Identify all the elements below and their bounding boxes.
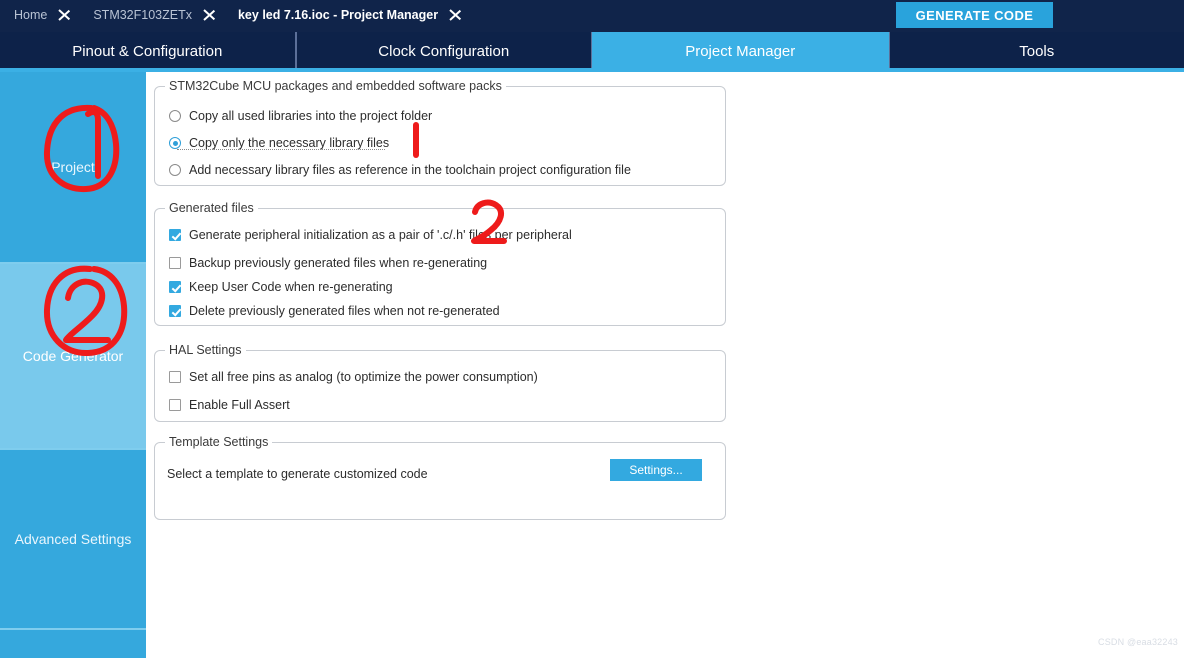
- group-mcu-packages: STM32Cube MCU packages and embedded soft…: [154, 79, 726, 186]
- breadcrumb-label: STM32F103ZETx: [93, 8, 192, 22]
- option-label: Copy all used libraries into the project…: [189, 109, 433, 123]
- tab-pinout-and-configuration[interactable]: Pinout & Configuration: [0, 32, 296, 70]
- option-label: Set all free pins as analog (to optimize…: [189, 370, 538, 384]
- checkbox-backup-previously-generated[interactable]: Backup previously generated files when r…: [169, 254, 487, 272]
- sidebar-item-project[interactable]: Project: [0, 72, 146, 264]
- breadcrumb-label: Home: [14, 8, 48, 22]
- group-template-settings: Template Settings Select a template to g…: [154, 435, 726, 520]
- main-tab-bar: Pinout & Configuration Clock Configurati…: [0, 30, 1184, 72]
- radio-icon: [169, 137, 181, 149]
- group-title: Template Settings: [165, 435, 273, 449]
- checkbox-keep-user-code[interactable]: Keep User Code when re-generating: [169, 278, 393, 296]
- breadcrumb-chevron-icon: [448, 0, 470, 30]
- option-label: Delete previously generated files when n…: [189, 304, 500, 318]
- breadcrumb-chevron-icon: [202, 0, 224, 30]
- breadcrumb-chevron-icon: [57, 0, 79, 30]
- checkbox-enable-full-assert[interactable]: Enable Full Assert: [169, 396, 290, 414]
- code-generator-panel: STM32Cube MCU packages and embedded soft…: [146, 72, 1184, 658]
- option-label: Enable Full Assert: [189, 398, 290, 412]
- sidebar-item-label: Advanced Settings: [14, 531, 132, 547]
- group-title: STM32Cube MCU packages and embedded soft…: [165, 79, 506, 93]
- option-label: Backup previously generated files when r…: [189, 256, 488, 270]
- checkbox-icon: [169, 305, 181, 317]
- checkbox-generate-peripheral-init[interactable]: Generate peripheral initialization as a …: [169, 226, 572, 244]
- checkbox-icon: [169, 257, 181, 269]
- checkbox-icon: [169, 371, 181, 383]
- tab-label: Tools: [1019, 42, 1055, 60]
- checkbox-icon: [169, 399, 181, 411]
- sidebar-item-advanced-settings[interactable]: Advanced Settings: [0, 450, 146, 630]
- group-title: Generated files: [165, 201, 258, 215]
- breadcrumb-item-current[interactable]: key led 7.16.ioc - Project Manager: [224, 0, 448, 30]
- stm32cubemx-window: Home STM32F103ZETx key led 7.16.ioc - Pr…: [0, 0, 1184, 658]
- tab-project-manager[interactable]: Project Manager: [592, 32, 889, 70]
- project-manager-sidebar: Project Code Generator Advanced Settings: [0, 72, 146, 658]
- focus-underline: [177, 149, 385, 150]
- sidebar-item-code-generator[interactable]: Code Generator: [0, 264, 146, 450]
- option-label: Generate peripheral initialization as a …: [189, 228, 572, 242]
- tab-label: Clock Configuration: [378, 42, 510, 60]
- radio-icon: [169, 110, 181, 122]
- checkbox-set-free-pins-analog[interactable]: Set all free pins as analog (to optimize…: [169, 368, 538, 386]
- checkbox-icon: [169, 229, 181, 241]
- breadcrumb-item-mcu[interactable]: STM32F103ZETx: [79, 0, 202, 30]
- radio-add-as-reference[interactable]: Add necessary library files as reference…: [169, 161, 631, 179]
- option-label: Add necessary library files as reference…: [189, 163, 631, 177]
- option-label: Keep User Code when re-generating: [189, 280, 393, 294]
- generate-code-button[interactable]: GENERATE CODE: [896, 2, 1053, 28]
- option-label: Copy only the necessary library files: [189, 136, 390, 150]
- tab-label: Pinout & Configuration: [72, 42, 223, 60]
- radio-copy-all-libraries[interactable]: Copy all used libraries into the project…: [169, 107, 432, 125]
- breadcrumb-label: key led 7.16.ioc - Project Manager: [237, 8, 439, 22]
- radio-icon: [169, 164, 181, 176]
- checkbox-icon: [169, 281, 181, 293]
- checkbox-delete-previously-generated[interactable]: Delete previously generated files when n…: [169, 302, 500, 320]
- sidebar-item-label: Project: [51, 159, 95, 175]
- group-hal-settings: HAL Settings Set all free pins as analog…: [154, 343, 726, 422]
- tab-clock-configuration[interactable]: Clock Configuration: [295, 32, 592, 70]
- group-title: HAL Settings: [165, 343, 246, 357]
- csdn-watermark: CSDN @eaa32243: [1098, 637, 1178, 647]
- template-description: Select a template to generate customized…: [167, 467, 428, 481]
- tab-tools[interactable]: Tools: [888, 32, 1184, 70]
- sidebar-item-empty[interactable]: [0, 630, 146, 658]
- group-generated-files: Generated files Generate peripheral init…: [154, 201, 726, 326]
- sidebar-item-label: Code Generator: [22, 348, 124, 364]
- tab-label: Project Manager: [685, 42, 796, 60]
- template-settings-button[interactable]: Settings...: [610, 459, 702, 481]
- breadcrumb-item-home[interactable]: Home: [0, 0, 57, 30]
